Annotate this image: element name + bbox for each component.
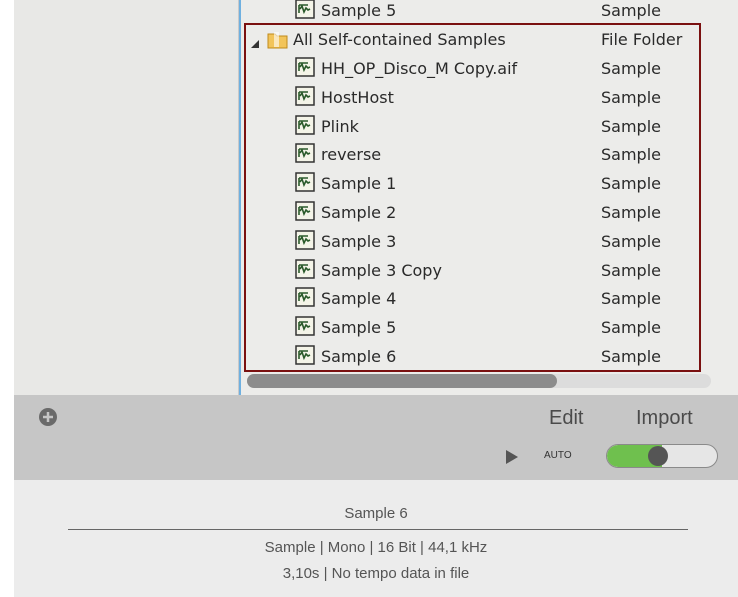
scrollbar-thumb[interactable] [247,374,557,388]
item-name: reverse [321,145,382,165]
browser-toolbar: Edit Import AUTO [14,395,738,480]
edit-button[interactable]: Edit [549,407,583,430]
sidebar-pane [14,0,239,395]
sample-file-icon [295,201,315,225]
list-item[interactable]: Sample 3 Sample [241,227,738,256]
sample-file-icon [295,230,315,254]
sample-file-icon [295,143,315,167]
item-kind: Sample [601,174,661,194]
sample-file-icon [295,172,315,196]
list-item[interactable]: Plink Sample [241,112,738,141]
file-browser[interactable]: Sample 5 Sample All Self-contained Sampl… [239,0,738,395]
item-name: HostHost [321,87,394,107]
item-name: Sample 1 [321,174,397,194]
item-name: Plink [321,116,359,136]
collapse-triangle-icon[interactable] [250,34,260,53]
list-item[interactable]: HH_OP_Disco_M Copy.aif Sample [241,54,738,83]
sample-file-icon [295,345,315,369]
list-item[interactable]: Sample 5 Sample [241,313,738,342]
sample-file-icon [295,287,315,311]
item-kind: Sample [601,318,661,338]
list-item[interactable]: Sample 2 Sample [241,198,738,227]
item-name: Sample 2 [321,203,397,222]
list-item[interactable]: Sample 5 Sample [241,0,738,25]
sample-info-panel: Sample 6 Sample | Mono | 16 Bit | 44,1 k… [14,480,738,597]
list-item[interactable]: Sample 1 Sample [241,169,738,198]
folder-icon [266,30,290,54]
add-icon[interactable] [38,407,58,427]
list-item[interactable]: HostHost Sample [241,83,738,112]
item-name: Sample 4 [321,289,397,309]
toggle-knob[interactable] [648,446,668,466]
item-name: Sample 6 [321,347,397,366]
left-edge [0,0,14,480]
item-name: Sample 5 [321,318,397,338]
import-button[interactable]: Import [636,407,693,430]
horizontal-scrollbar[interactable] [247,374,711,388]
sample-details: Sample | Mono | 16 Bit | 44,1 kHz [264,539,488,556]
item-kind: Sample [601,289,661,309]
sample-title: Sample 6 [344,505,408,522]
sample-file-icon [295,86,315,110]
folder-row[interactable]: All Self-contained Samples File Folder [241,25,738,54]
item-kind: Sample [601,231,661,251]
item-kind: Sample [601,203,661,222]
list-item[interactable]: Sample 6 Sample [241,342,738,371]
sample-file-icon [295,0,315,23]
item-kind: Sample [601,145,661,165]
sample-file-icon [295,57,315,81]
item-name: Sample 3 Copy [321,260,442,280]
list-item[interactable]: Sample 3 Copy Sample [241,256,738,285]
sample-extra-info: 3,10s | No tempo data in file [282,565,470,582]
auto-label: AUTO [544,450,572,461]
item-name: Sample 5 [321,1,397,20]
list-item[interactable]: reverse Sample [241,140,738,169]
item-kind: Sample [601,1,661,20]
item-kind: Sample [601,116,661,136]
item-kind: Sample [601,347,661,366]
divider [68,529,688,530]
auto-toggle[interactable] [606,444,718,468]
item-name: HH_OP_Disco_M Copy.aif [321,59,518,78]
sample-file-icon [295,258,315,283]
item-kind: Sample [601,59,661,78]
item-kind: Sample [601,87,661,107]
folder-name: All Self-contained Samples [293,30,506,49]
sample-file-icon [295,316,315,340]
item-kind: Sample [601,260,661,280]
list-item[interactable]: Sample 4 Sample [241,284,738,313]
play-icon[interactable] [505,449,519,464]
sample-file-icon [295,114,315,139]
folder-kind: File Folder [601,30,683,49]
item-name: Sample 3 [321,231,397,251]
